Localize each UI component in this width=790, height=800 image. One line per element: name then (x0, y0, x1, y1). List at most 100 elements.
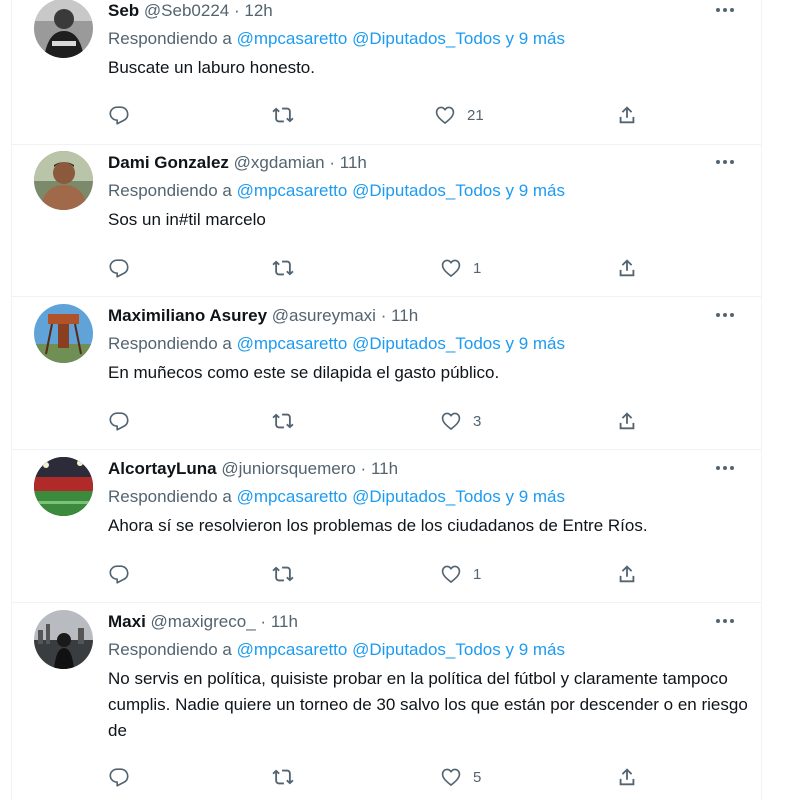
separator-dot: · (380, 306, 387, 325)
share-icon (616, 410, 638, 432)
display-name[interactable]: Maxi (108, 612, 146, 631)
avatar[interactable] (34, 457, 93, 516)
like-count: 21 (467, 106, 484, 124)
more-horizontal-icon[interactable] (713, 303, 737, 327)
user-handle[interactable]: @xgdamian (234, 153, 325, 172)
reply-button[interactable] (108, 561, 130, 587)
reply-button[interactable] (108, 764, 130, 790)
retweet-button[interactable] (272, 561, 294, 587)
reply-button[interactable] (108, 408, 130, 434)
avatar[interactable] (34, 304, 93, 363)
more-mentions-link[interactable]: y 9 más (505, 334, 565, 353)
reply-tweet[interactable]: Maximiliano Asurey @asureymaxi · 11h Res… (12, 297, 761, 450)
retweet-icon (272, 257, 294, 279)
user-handle[interactable]: @maxigreco_ (151, 612, 256, 631)
avatar[interactable] (34, 151, 93, 210)
replying-to-label: Respondiendo a (108, 181, 232, 200)
user-handle[interactable]: @asureymaxi (272, 306, 376, 325)
retweet-icon (272, 766, 294, 788)
tweet-text: Sos un in#til marcelo (108, 210, 266, 229)
reply-tweet[interactable]: Seb @Seb0224 · 12h Respondiendo a @mpcas… (12, 0, 761, 145)
mention-link[interactable]: @Diputados_Todos (352, 487, 501, 506)
like-button[interactable]: 5 (440, 764, 481, 790)
user-handle[interactable]: @juniorsquemero (221, 459, 355, 478)
timestamp[interactable]: 11h (340, 153, 367, 172)
tweet-text: No servis en política, quisiste probar e… (108, 669, 748, 740)
share-icon (616, 257, 638, 279)
tweet-text: Buscate un laburo honesto. (108, 58, 315, 77)
share-icon (616, 766, 638, 788)
mention-link[interactable]: @mpcasaretto (237, 640, 348, 659)
reply-tweet[interactable]: Maxi @maxigreco_ · 11h Respondiendo a @m… (12, 603, 761, 800)
more-mentions-link[interactable]: y 9 más (505, 29, 565, 48)
retweet-button[interactable] (272, 102, 294, 128)
replying-to: Respondiendo a @mpcasaretto @Diputados_T… (108, 179, 565, 203)
timestamp[interactable]: 11h (271, 612, 298, 631)
display-name[interactable]: AlcortayLuna (108, 459, 217, 478)
tweet-header: AlcortayLuna @juniorsquemero · 11h (108, 457, 398, 481)
tweet-header: Dami Gonzalez @xgdamian · 11h (108, 151, 367, 175)
heart-icon (440, 410, 462, 432)
replying-to-label: Respondiendo a (108, 640, 232, 659)
timestamp[interactable]: 11h (391, 306, 418, 325)
mention-link[interactable]: @Diputados_Todos (352, 640, 501, 659)
retweet-icon (272, 104, 294, 126)
avatar[interactable] (34, 0, 93, 58)
tweet-actions: 1 (108, 255, 648, 281)
reply-icon (108, 766, 130, 788)
share-icon (616, 104, 638, 126)
heart-icon (440, 766, 462, 788)
timestamp[interactable]: 12h (244, 1, 272, 20)
like-button[interactable]: 1 (440, 561, 481, 587)
like-button[interactable]: 3 (440, 408, 481, 434)
tweet-text: En muñecos como este se dilapida el gast… (108, 363, 500, 382)
reply-icon (108, 410, 130, 432)
more-horizontal-icon[interactable] (713, 150, 737, 174)
more-mentions-link[interactable]: y 9 más (505, 640, 565, 659)
mention-link[interactable]: @Diputados_Todos (352, 334, 501, 353)
reply-button[interactable] (108, 255, 130, 281)
more-horizontal-icon[interactable] (713, 609, 737, 633)
user-handle[interactable]: @Seb0224 (144, 1, 229, 20)
like-button[interactable]: 21 (434, 102, 484, 128)
reply-tweet[interactable]: Dami Gonzalez @xgdamian · 11h Respondien… (12, 144, 761, 297)
separator-dot: · (360, 459, 367, 478)
replying-to-label: Respondiendo a (108, 334, 232, 353)
mention-link[interactable]: @mpcasaretto (237, 334, 348, 353)
share-button[interactable] (616, 255, 638, 281)
display-name[interactable]: Dami Gonzalez (108, 153, 229, 172)
retweet-button[interactable] (272, 255, 294, 281)
share-button[interactable] (616, 561, 638, 587)
more-mentions-link[interactable]: y 9 más (505, 181, 565, 200)
like-count: 1 (473, 565, 482, 583)
mention-link[interactable]: @Diputados_Todos (352, 181, 501, 200)
share-button[interactable] (616, 764, 638, 790)
heart-icon (440, 257, 462, 279)
display-name[interactable]: Seb (108, 1, 139, 20)
mention-link[interactable]: @mpcasaretto (237, 487, 348, 506)
more-horizontal-icon[interactable] (713, 456, 737, 480)
reply-button[interactable] (108, 102, 130, 128)
retweet-button[interactable] (272, 764, 294, 790)
like-button[interactable]: 1 (440, 255, 481, 281)
more-horizontal-icon[interactable] (713, 0, 737, 22)
mention-link[interactable]: @mpcasaretto (237, 29, 348, 48)
replying-to: Respondiendo a @mpcasaretto @Diputados_T… (108, 27, 565, 51)
timestamp[interactable]: 11h (371, 459, 398, 478)
share-icon (616, 563, 638, 585)
more-mentions-link[interactable]: y 9 más (505, 487, 565, 506)
share-button[interactable] (616, 102, 638, 128)
display-name[interactable]: Maximiliano Asurey (108, 306, 267, 325)
separator-dot: · (233, 1, 240, 20)
reply-icon (108, 104, 130, 126)
tweet-actions: 3 (108, 408, 648, 434)
mention-link[interactable]: @Diputados_Todos (352, 29, 501, 48)
share-button[interactable] (616, 408, 638, 434)
retweet-icon (272, 563, 294, 585)
replies-column: Seb @Seb0224 · 12h Respondiendo a @mpcas… (11, 0, 762, 800)
mention-link[interactable]: @mpcasaretto (237, 181, 348, 200)
avatar[interactable] (34, 610, 93, 669)
retweet-button[interactable] (272, 408, 294, 434)
separator-dot: · (329, 153, 336, 172)
reply-tweet[interactable]: AlcortayLuna @juniorsquemero · 11h Respo… (12, 450, 761, 603)
